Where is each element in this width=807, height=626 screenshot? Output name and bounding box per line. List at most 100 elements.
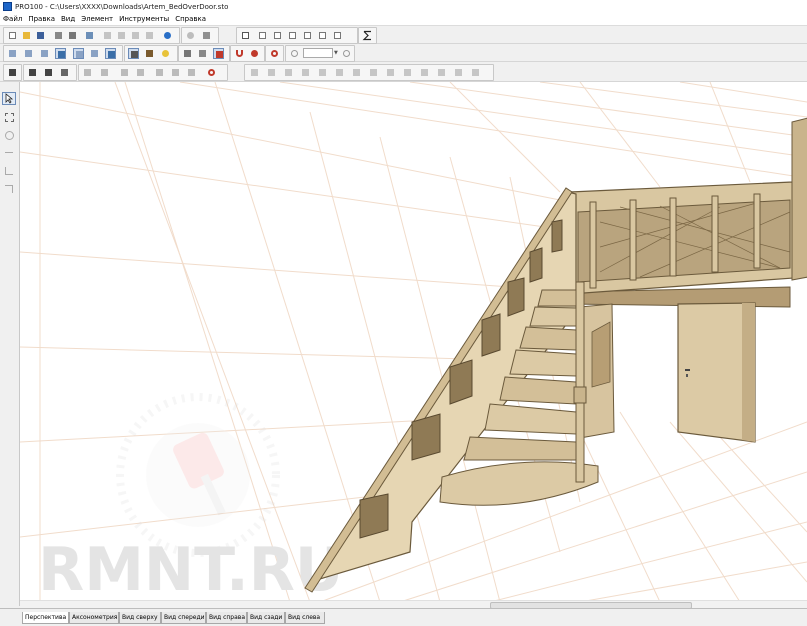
measure-icon[interactable] (182, 48, 193, 59)
align-icon[interactable] (334, 67, 345, 78)
align-icon[interactable] (351, 67, 362, 78)
rotate-tool-icon[interactable] (2, 128, 16, 141)
align-icon[interactable] (119, 67, 130, 78)
toolbar-group-stop (265, 45, 284, 62)
open-folder-icon[interactable] (21, 30, 32, 41)
export-icon[interactable] (302, 30, 313, 41)
export-icon[interactable] (287, 30, 298, 41)
view-front-icon[interactable] (7, 48, 18, 59)
align-icon[interactable] (470, 67, 481, 78)
snap-icon[interactable] (249, 48, 260, 59)
toolbar-view: ▼ (0, 44, 807, 62)
align-icon[interactable] (385, 67, 396, 78)
view-back-icon[interactable] (73, 48, 84, 59)
mirror-icon[interactable] (59, 67, 70, 78)
align-icon[interactable] (135, 67, 146, 78)
align-icon[interactable] (283, 67, 294, 78)
sphere-icon[interactable] (185, 30, 196, 41)
magnet-icon[interactable] (234, 48, 245, 59)
paint-icon[interactable] (144, 48, 155, 59)
align-icon[interactable] (419, 67, 430, 78)
tool-sidebar (0, 82, 20, 606)
view-tabs: Перспектива Аксонометрия Вид сверху Вид … (0, 608, 807, 626)
zoom-input[interactable] (303, 48, 333, 58)
menu-tools[interactable]: Инструменты (116, 13, 172, 25)
sum-symbol-icon (362, 30, 371, 41)
toolbar-group-snap (230, 45, 265, 62)
align-icon[interactable] (300, 67, 311, 78)
menu-file[interactable]: Файл (0, 13, 25, 25)
align-icon[interactable] (154, 67, 165, 78)
measure-tool-icon[interactable] (2, 146, 16, 159)
print-preview-icon[interactable] (53, 30, 64, 41)
align-icon[interactable] (249, 67, 260, 78)
align-icon[interactable] (99, 67, 110, 78)
align-icon[interactable] (436, 67, 447, 78)
align-icon[interactable] (186, 67, 197, 78)
cut-icon[interactable] (102, 30, 113, 41)
properties-icon[interactable] (84, 30, 95, 41)
move-icon[interactable] (27, 67, 38, 78)
globe-icon[interactable] (162, 30, 173, 41)
app-icon (3, 2, 12, 11)
align-icon[interactable] (170, 67, 181, 78)
toolbar-group-views (3, 45, 123, 62)
new-file-icon[interactable] (7, 30, 18, 41)
align-icon[interactable] (402, 67, 413, 78)
grid-icon[interactable] (213, 48, 224, 59)
toolbar-group-file (3, 27, 180, 44)
menu-element[interactable]: Элемент (78, 13, 116, 25)
export-icon[interactable] (257, 30, 268, 41)
align-icon[interactable] (453, 67, 464, 78)
view-top-icon[interactable] (55, 48, 66, 59)
toolbar-group-align (78, 64, 228, 81)
light-icon[interactable] (160, 48, 171, 59)
tab-axonometric[interactable]: Аксонометрия (69, 612, 119, 624)
view-iso-icon[interactable] (105, 48, 116, 59)
view-bottom-icon[interactable] (89, 48, 100, 59)
arrow-cursor-icon[interactable] (2, 92, 16, 105)
tab-back-view[interactable]: Вид сзади (247, 612, 285, 624)
view-left-icon[interactable] (23, 48, 34, 59)
tab-top-view[interactable]: Вид сверху (119, 612, 161, 624)
rotate-icon[interactable] (43, 67, 54, 78)
copy-icon[interactable] (116, 30, 127, 41)
align-icon[interactable] (368, 67, 379, 78)
menu-help[interactable]: Справка (172, 13, 209, 25)
export-icon[interactable] (272, 30, 283, 41)
ruler-icon[interactable] (197, 48, 208, 59)
grid-icon[interactable] (7, 67, 18, 78)
tab-front-view[interactable]: Вид спереди (161, 612, 206, 624)
align-icon[interactable] (317, 67, 328, 78)
group-select-icon[interactable] (2, 110, 16, 123)
align-icon[interactable] (82, 67, 93, 78)
paste-icon[interactable] (130, 30, 141, 41)
tab-left-view[interactable]: Вид слева (285, 612, 325, 624)
stop-icon[interactable] (206, 67, 217, 78)
layout-icon[interactable] (240, 30, 251, 41)
view-right-icon[interactable] (39, 48, 50, 59)
chevron-down-icon[interactable]: ▼ (334, 48, 339, 58)
viewport-3d[interactable]: RMNT.RU (20, 82, 807, 606)
zoom-icon[interactable] (289, 48, 300, 59)
toolbar-group-distribute (244, 64, 494, 81)
scene-render: RMNT.RU (20, 82, 807, 606)
stop-icon[interactable] (269, 48, 280, 59)
menu-view[interactable]: Вид (58, 13, 78, 25)
menu-edit[interactable]: Правка (25, 13, 58, 25)
tab-perspective[interactable]: Перспектива (22, 612, 69, 624)
text-tool-icon[interactable] (2, 182, 16, 195)
settings-icon[interactable] (201, 30, 212, 41)
select-tool-icon[interactable] (128, 48, 139, 59)
save-icon[interactable] (35, 30, 46, 41)
toolbar-main (0, 26, 807, 44)
zoom-out-icon[interactable] (341, 48, 352, 59)
delete-icon[interactable] (144, 30, 155, 41)
print-icon[interactable] (67, 30, 78, 41)
align-icon[interactable] (266, 67, 277, 78)
sum-icon[interactable] (362, 30, 373, 41)
export-icon[interactable] (317, 30, 328, 41)
dimension-tool-icon[interactable] (2, 164, 16, 177)
tab-right-view[interactable]: Вид справа (206, 612, 247, 624)
export-icon[interactable] (332, 30, 343, 41)
